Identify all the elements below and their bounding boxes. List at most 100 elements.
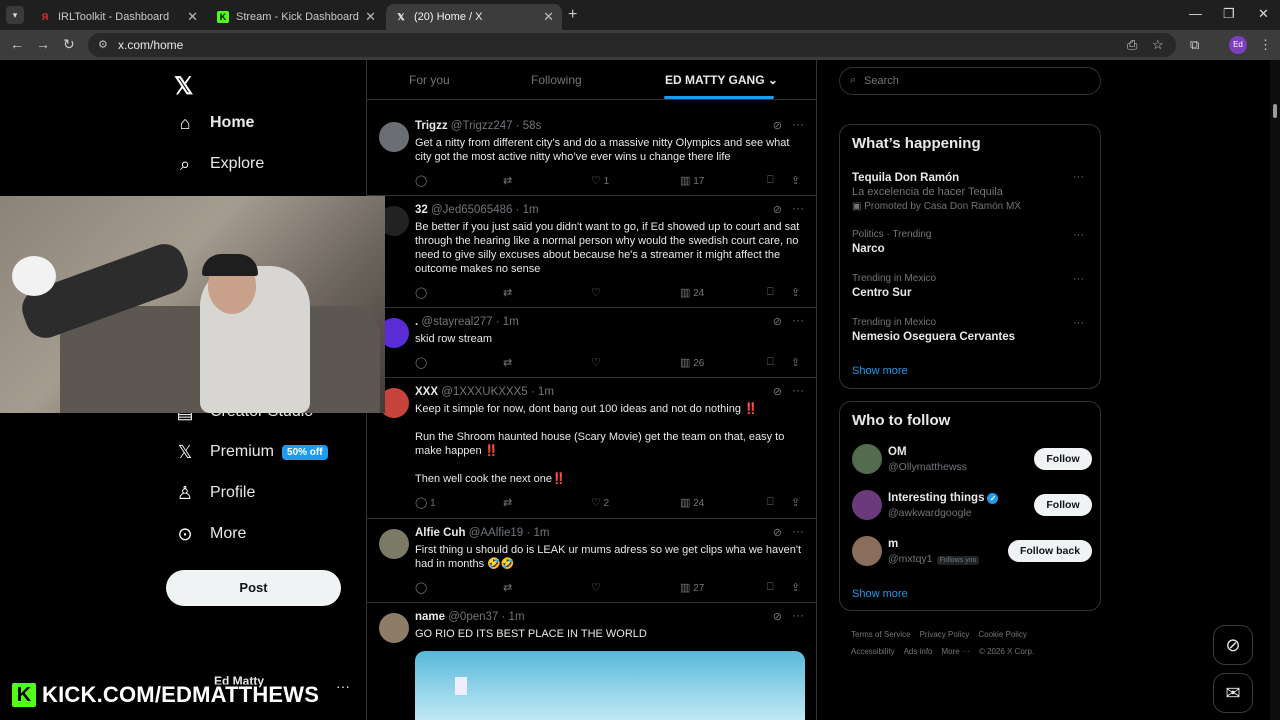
views-icon[interactable]: ▥ 27 [680, 581, 704, 594]
avatar[interactable] [379, 122, 409, 152]
x-logo-icon[interactable]: 𝕏 [174, 72, 193, 101]
tweet-more-icon[interactable]: ··· [792, 608, 804, 622]
trend-more-icon[interactable]: ··· [1073, 273, 1084, 285]
close-tab-icon[interactable]: ✕ [187, 9, 198, 25]
search-input[interactable]: ⌕ Search [839, 67, 1101, 95]
views-icon[interactable]: ▥ 17 [680, 174, 704, 187]
like-icon[interactable]: ♡ [591, 581, 601, 594]
reply-icon[interactable]: ◯ [415, 581, 427, 594]
tab-for-you[interactable]: For you [409, 73, 450, 87]
trend-more-icon[interactable]: ··· [1073, 229, 1084, 241]
avatar[interactable] [379, 529, 409, 559]
reply-icon[interactable]: ◯ [415, 356, 427, 369]
share-icon[interactable]: ⇪ [791, 581, 800, 594]
close-window-icon[interactable]: ✕ [1258, 6, 1269, 22]
avatar[interactable] [852, 490, 882, 520]
tweet-more-icon[interactable]: ··· [792, 524, 804, 538]
forward-icon[interactable]: → [36, 36, 50, 52]
back-icon[interactable]: ← [10, 36, 24, 52]
author-handle[interactable]: @stayreal277 [421, 316, 492, 328]
bookmark-icon[interactable]: ⎕ [767, 581, 774, 594]
minimize-icon[interactable]: — [1189, 6, 1202, 21]
show-more-follow-link[interactable]: Show more [852, 588, 908, 600]
scrollbar-thumb[interactable] [1273, 104, 1277, 118]
author-name[interactable]: Alfie Cuh [415, 527, 465, 539]
avatar[interactable] [852, 536, 882, 566]
repost-icon[interactable]: ⇄ [503, 286, 512, 299]
tab-search-icon[interactable]: ▾ [6, 6, 24, 24]
views-icon[interactable]: ▥ 24 [680, 496, 704, 509]
views-icon[interactable]: ▥ 24 [680, 286, 704, 299]
nav-explore[interactable]: ⌕ Explore [174, 150, 264, 178]
maximize-icon[interactable]: ❐ [1223, 6, 1235, 22]
browser-tab-irltoolkit[interactable]: Я IRLToolkit - Dashboard ✕ [30, 4, 206, 30]
author-handle[interactable]: @0pen37 [448, 611, 498, 623]
tab-ed-matty-gang[interactable]: ED MATTY GANG ⌄ [665, 73, 778, 87]
like-icon[interactable]: ♡ [591, 356, 601, 369]
tweet-more-icon[interactable]: ··· [792, 383, 804, 397]
browser-profile-avatar[interactable]: Ed [1229, 36, 1247, 54]
repost-icon[interactable]: ⇄ [503, 496, 512, 509]
close-tab-icon[interactable]: ✕ [543, 9, 554, 25]
author-name[interactable]: Trigzz [415, 120, 448, 132]
nav-home[interactable]: ⌂ Home [174, 109, 255, 137]
grok-icon[interactable]: ⊘ [773, 315, 782, 328]
repost-icon[interactable]: ⇄ [503, 581, 512, 594]
site-info-icon[interactable]: ⚙ [98, 38, 108, 51]
tweet-time[interactable]: 1m [503, 316, 519, 328]
tweet[interactable]: . @stayreal277 · 1m ⊘ ··· skid row strea… [367, 308, 816, 378]
tweet-time[interactable]: 1m [523, 204, 539, 216]
address-bar[interactable]: ⚙ x.com/home [88, 33, 1176, 57]
grok-icon[interactable]: ⊘ [773, 203, 782, 216]
tweet-media-image[interactable] [415, 651, 805, 720]
page-scrollbar[interactable] [1270, 60, 1280, 720]
follow-suggestion[interactable]: m @mxtqy1 Follows you Follow back [852, 536, 1092, 568]
tweet[interactable]: Alfie Cuh @AAlfie19 · 1m ⊘ ··· First thi… [367, 519, 816, 603]
tweet[interactable]: Trigzz @Trigzz247 · 58s ⊘ ··· Get a nitt… [367, 112, 816, 196]
reply-icon[interactable]: ◯ [415, 286, 427, 299]
post-button[interactable]: Post [166, 570, 341, 606]
footer-link[interactable]: Cookie Policy [978, 630, 1026, 639]
like-icon[interactable]: ♡ [591, 286, 601, 299]
share-icon[interactable]: ⇪ [791, 286, 800, 299]
follow-button[interactable]: Follow [1034, 494, 1092, 516]
footer-link[interactable]: Privacy Policy [920, 630, 970, 639]
author-handle[interactable]: @1XXXUKXXX5 [441, 386, 527, 398]
tweet[interactable]: 32 @Jed65065486 · 1m ⊘ ··· Be better if … [367, 196, 816, 308]
tweet-more-icon[interactable]: ··· [792, 117, 804, 131]
follow-back-button[interactable]: Follow back [1008, 540, 1092, 562]
nav-profile[interactable]: ♙ Profile [174, 479, 255, 507]
tweet[interactable]: name @0pen37 · 1m ⊘ ··· GO RIO ED ITS BE… [367, 603, 816, 720]
tweet-time[interactable]: 1m [509, 611, 525, 623]
footer-link[interactable]: Ads info [904, 647, 933, 656]
bookmark-icon[interactable]: ⎕ [767, 174, 774, 187]
grok-float-icon[interactable]: ⊘ [1213, 625, 1253, 665]
trend-item[interactable]: Tequila Don Ramón La excelencia de hacer… [852, 169, 1092, 212]
tweet-more-icon[interactable]: ··· [792, 201, 804, 215]
footer-link[interactable]: More ··· [941, 647, 969, 656]
author-name[interactable]: . [415, 316, 418, 328]
new-tab-icon[interactable]: + [568, 6, 577, 24]
browser-tab-x[interactable]: 𝕏 (20) Home / X ✕ [386, 4, 562, 30]
author-handle[interactable]: @Trigzz247 [451, 120, 513, 132]
tweet-time[interactable]: 1m [533, 527, 549, 539]
close-tab-icon[interactable]: ✕ [365, 9, 376, 25]
reload-icon[interactable]: ↻ [63, 36, 75, 53]
author-name[interactable]: 32 [415, 204, 428, 216]
trend-more-icon[interactable]: ··· [1073, 171, 1084, 183]
reply-icon[interactable]: ◯ [415, 174, 427, 187]
share-icon[interactable]: ⇪ [791, 356, 800, 369]
bookmark-star-icon[interactable]: ☆ [1152, 37, 1164, 53]
tweet-time[interactable]: 1m [538, 386, 554, 398]
like-icon[interactable]: ♡ 1 [591, 174, 609, 187]
bookmark-icon[interactable]: ⎕ [767, 496, 774, 509]
author-handle[interactable]: @Jed65065486 [431, 204, 512, 216]
trend-more-icon[interactable]: ··· [1073, 317, 1084, 329]
grok-icon[interactable]: ⊘ [773, 610, 782, 623]
grok-icon[interactable]: ⊘ [773, 385, 782, 398]
avatar[interactable] [852, 444, 882, 474]
author-name[interactable]: XXX [415, 386, 438, 398]
nav-premium[interactable]: 𝕏 Premium 50% off [174, 438, 328, 466]
grok-icon[interactable]: ⊘ [773, 526, 782, 539]
footer-link[interactable]: Terms of Service [851, 630, 911, 639]
